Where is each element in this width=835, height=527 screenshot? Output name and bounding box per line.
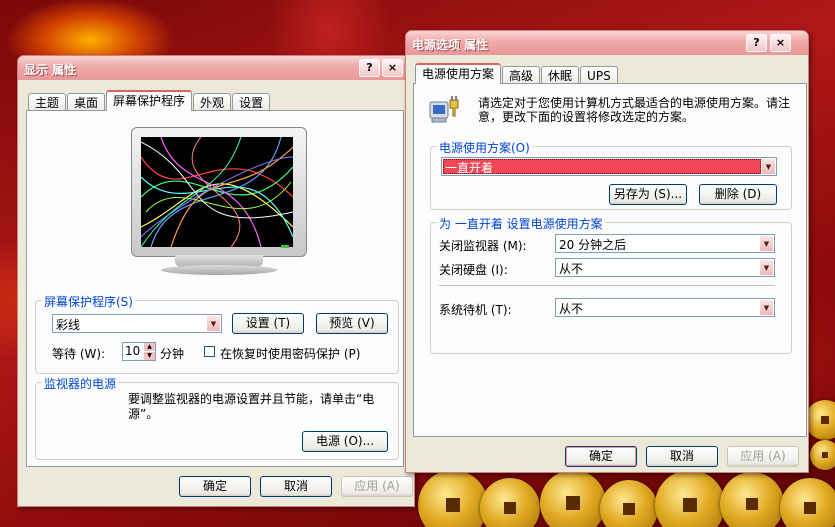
- tab-settings[interactable]: 设置: [232, 93, 271, 111]
- ok-button[interactable]: 确定: [179, 476, 251, 497]
- apply-button[interactable]: 应用 (A): [727, 446, 799, 467]
- chevron-down-icon[interactable]: ▼: [206, 315, 221, 332]
- coin-decoration: [418, 470, 488, 527]
- screensaver-preview-button[interactable]: 预览 (V): [316, 313, 388, 334]
- coin-decoration: [655, 470, 725, 527]
- disk-off-value: 从不: [559, 262, 584, 276]
- tab-strip: 主题 桌面 屏幕保护程序 外观 设置: [28, 90, 271, 111]
- coin-decoration: [720, 472, 784, 527]
- disk-off-select[interactable]: 从不 ▼: [555, 258, 775, 277]
- monitor-off-select[interactable]: 20 分钟之后 ▼: [555, 234, 775, 253]
- tab-screensaver[interactable]: 屏幕保护程序: [106, 90, 193, 111]
- monitor-off-label: 关闭监视器 (M):: [439, 239, 527, 253]
- tab-panel: 屏幕保护程序(S) 彩线 ▼ 设置 (T) 预览 (V) 等待 (W): 10 …: [26, 110, 404, 467]
- power-scheme-select[interactable]: 一直开着 ▼: [441, 157, 777, 176]
- save-as-button[interactable]: 另存为 (S)...: [609, 184, 687, 205]
- cancel-button[interactable]: 取消: [646, 446, 718, 467]
- help-button[interactable]: ?: [359, 59, 380, 77]
- tab-advanced[interactable]: 高级: [502, 66, 541, 84]
- screensaver-settings-button[interactable]: 设置 (T): [232, 313, 304, 334]
- power-options-window: 电源选项 属性 ? × 电源使用方案 高级 休眠 UPS 请选定对于您使用计算机…: [405, 30, 809, 473]
- coin-decoration: [810, 440, 835, 470]
- title-bar[interactable]: 显示 属性 ? ×: [18, 56, 414, 80]
- tab-desktop[interactable]: 桌面: [67, 93, 106, 111]
- power-scheme-group-label: 电源使用方案(O): [437, 139, 532, 156]
- window-title: 电源选项 属性: [412, 38, 489, 52]
- coin-decoration: [480, 478, 540, 527]
- power-scheme-group: 电源使用方案(O) 一直开着 ▼ 另存为 (S)... 删除 (D): [430, 139, 792, 210]
- tab-panel: 请选定对于您使用计算机方式最适合的电源使用方案。请注意，更改下面的设置将修改选定…: [413, 83, 807, 437]
- chevron-down-icon[interactable]: ▼: [759, 299, 774, 316]
- title-bar[interactable]: 电源选项 属性 ? ×: [406, 31, 808, 55]
- wait-unit-label: 分钟: [160, 347, 185, 361]
- tab-hibernate[interactable]: 休眠: [541, 66, 580, 84]
- screensaver-group-label: 屏幕保护程序(S): [42, 293, 135, 310]
- monitor-power-group: 监视器的电源 要调整监视器的电源设置并且节能，请单击“电源”。 电源 (O)..…: [35, 375, 399, 460]
- monitor-preview: [131, 127, 307, 275]
- display-properties-window: 显示 属性 ? × 主题 桌面 屏幕保护程序 外观 设置 屏幕保护程序(S) 彩…: [17, 55, 415, 507]
- delete-button[interactable]: 删除 (D): [699, 184, 777, 205]
- tab-appearance[interactable]: 外观: [193, 93, 232, 111]
- cancel-button[interactable]: 取消: [260, 476, 332, 497]
- separator: [439, 285, 775, 287]
- intro-text: 请选定对于您使用计算机方式最适合的电源使用方案。请注意，更改下面的设置将修改选定…: [478, 96, 791, 124]
- power-button[interactable]: 电源 (O)...: [302, 431, 388, 452]
- coin-decoration: [540, 470, 606, 527]
- chevron-down-icon[interactable]: ▼: [759, 235, 774, 252]
- spin-down-icon[interactable]: ▼: [144, 352, 155, 360]
- tab-ups[interactable]: UPS: [580, 66, 618, 84]
- ok-button[interactable]: 确定: [565, 446, 637, 467]
- standby-value: 从不: [559, 302, 584, 316]
- tab-strip: 电源使用方案 高级 休眠 UPS: [415, 63, 619, 84]
- wait-label: 等待 (W):: [52, 347, 106, 361]
- coin-decoration: [600, 480, 658, 527]
- monitor-power-description: 要调整监视器的电源设置并且节能，请单击“电源”。: [128, 392, 375, 421]
- close-button[interactable]: ×: [382, 59, 403, 77]
- scheme-settings-group: 为 一直开着 设置电源使用方案 关闭监视器 (M): 20 分钟之后 ▼ 关闭硬…: [430, 215, 792, 354]
- power-scheme-icon: [428, 96, 462, 128]
- close-button[interactable]: ×: [770, 34, 791, 52]
- coin-decoration: [805, 400, 835, 440]
- chevron-down-icon[interactable]: ▼: [759, 259, 774, 276]
- password-checkbox[interactable]: [204, 346, 215, 357]
- screensaver-preview-screen: [141, 137, 293, 247]
- window-title: 显示 属性: [24, 63, 77, 77]
- screensaver-group: 屏幕保护程序(S) 彩线 ▼ 设置 (T) 预览 (V) 等待 (W): 10 …: [35, 293, 399, 374]
- tab-themes[interactable]: 主题: [28, 93, 67, 111]
- screensaver-select-value: 彩线: [56, 318, 81, 332]
- password-checkbox-label[interactable]: 在恢复时使用密码保护 (P): [220, 345, 360, 362]
- coin-decoration: [780, 478, 835, 527]
- scheme-settings-group-label: 为 一直开着 设置电源使用方案: [437, 215, 605, 232]
- standby-label: 系统待机 (T):: [439, 303, 512, 317]
- wait-minutes-stepper[interactable]: 10 ▲ ▼: [122, 342, 156, 361]
- standby-select[interactable]: 从不 ▼: [555, 298, 775, 317]
- tab-power-schemes[interactable]: 电源使用方案: [415, 63, 502, 84]
- help-button[interactable]: ?: [746, 34, 767, 52]
- chevron-down-icon[interactable]: ▼: [761, 158, 776, 175]
- disk-off-label: 关闭硬盘 (I):: [439, 263, 508, 277]
- power-scheme-value: 一直开着: [445, 161, 494, 175]
- colorful-lines-preview: [141, 137, 293, 247]
- screensaver-select[interactable]: 彩线 ▼: [52, 314, 222, 333]
- monitor-off-value: 20 分钟之后: [559, 238, 627, 252]
- wait-minutes-value: 10: [125, 344, 141, 358]
- monitor-power-group-label: 监视器的电源: [42, 375, 119, 392]
- apply-button[interactable]: 应用 (A): [341, 476, 413, 497]
- spin-up-icon[interactable]: ▲: [144, 343, 155, 351]
